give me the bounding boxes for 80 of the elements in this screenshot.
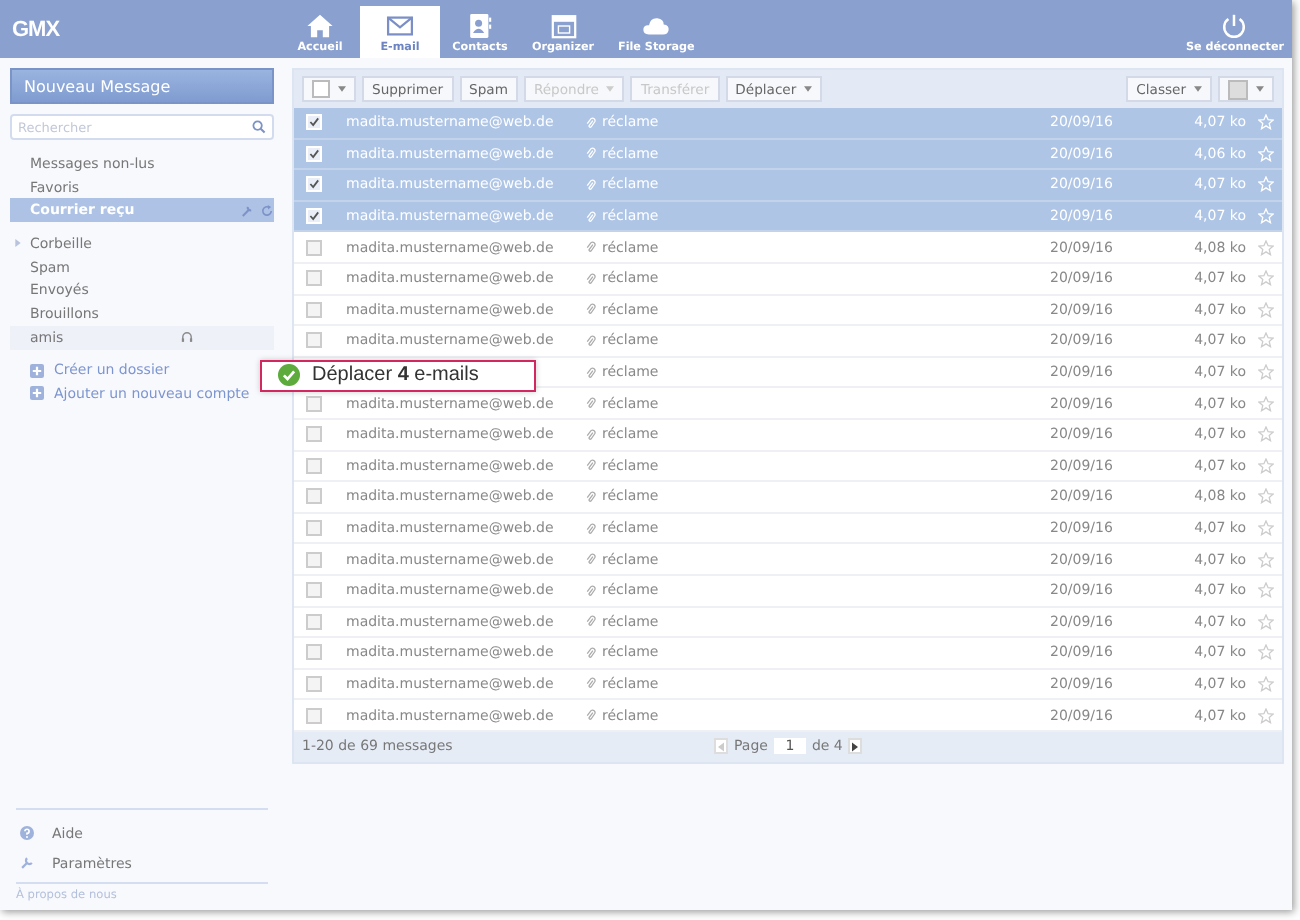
row-checkbox[interactable] xyxy=(306,301,322,318)
star-icon[interactable] xyxy=(1258,644,1274,661)
plus-icon xyxy=(30,386,44,401)
help-icon xyxy=(20,826,34,840)
view-dropdown[interactable] xyxy=(1218,76,1274,102)
star-icon[interactable] xyxy=(1258,395,1274,412)
paperclip-icon xyxy=(586,209,596,224)
row-checkbox[interactable] xyxy=(306,395,322,412)
paperclip-icon xyxy=(586,521,596,536)
caret-icon xyxy=(1256,86,1264,92)
star-icon[interactable] xyxy=(1258,488,1274,505)
star-icon[interactable] xyxy=(1258,457,1274,474)
star-icon[interactable] xyxy=(1258,270,1274,287)
new-message-button[interactable]: Nouveau Message xyxy=(10,68,274,104)
star-icon[interactable] xyxy=(1258,520,1274,537)
paperclip-icon xyxy=(586,427,596,442)
toast-text: Déplacer 4 e-mails xyxy=(312,364,479,386)
paperclip-icon xyxy=(586,333,596,348)
cloud-icon xyxy=(642,12,671,40)
check-icon xyxy=(278,364,300,386)
wrench-icon[interactable] xyxy=(240,203,254,218)
row-checkbox[interactable] xyxy=(306,675,322,692)
calendar-icon xyxy=(549,12,577,40)
power-icon xyxy=(1220,12,1249,40)
row-checkbox[interactable] xyxy=(306,457,322,474)
house-icon xyxy=(306,12,334,40)
layout-icon xyxy=(1228,79,1248,99)
envelope-icon xyxy=(386,12,414,40)
paperclip-icon xyxy=(586,614,596,629)
paperclip-icon xyxy=(586,271,596,286)
wrench-icon xyxy=(20,856,34,870)
paperclip-icon xyxy=(586,146,596,161)
caret-icon xyxy=(1194,86,1202,92)
star-icon[interactable] xyxy=(1258,582,1274,599)
plus-icon xyxy=(30,363,44,378)
star-icon[interactable] xyxy=(1258,364,1274,381)
paperclip-icon xyxy=(586,676,596,691)
row-checkbox[interactable] xyxy=(306,270,322,287)
row-checkbox[interactable] xyxy=(306,551,322,568)
row-checkbox[interactable] xyxy=(306,520,322,537)
next-page-button[interactable] xyxy=(848,738,863,755)
previous-page-button[interactable] xyxy=(714,738,728,755)
row-checkbox[interactable] xyxy=(306,644,322,661)
star-icon[interactable] xyxy=(1258,551,1274,568)
paperclip-icon xyxy=(586,708,596,723)
star-icon[interactable] xyxy=(1258,613,1274,630)
checkbox-icon xyxy=(312,80,330,98)
star-icon[interactable] xyxy=(1258,426,1274,443)
row-checkbox[interactable] xyxy=(306,488,322,505)
caret-icon xyxy=(804,86,813,92)
caret-icon xyxy=(606,86,615,92)
row-checkbox[interactable] xyxy=(306,426,322,443)
caret-icon[interactable] xyxy=(14,238,22,249)
star-icon[interactable] xyxy=(1258,675,1274,692)
star-icon[interactable] xyxy=(1258,332,1274,349)
refresh-icon[interactable] xyxy=(260,203,274,218)
paperclip-icon xyxy=(586,240,596,255)
row-checkbox[interactable] xyxy=(306,613,322,630)
row-checkbox[interactable] xyxy=(306,332,322,349)
caret-icon xyxy=(338,86,346,92)
row-checkbox[interactable] xyxy=(306,582,322,599)
search-icon xyxy=(252,120,266,134)
logo: GMX xyxy=(12,17,62,41)
paperclip-icon xyxy=(586,396,596,411)
paperclip-icon xyxy=(586,365,596,380)
paperclip-icon xyxy=(586,115,596,130)
row-checkbox[interactable] xyxy=(306,239,322,256)
paperclip-icon xyxy=(586,645,596,660)
select-dropdown[interactable] xyxy=(302,76,356,102)
address-book-icon xyxy=(466,12,494,40)
paperclip-icon xyxy=(586,489,596,504)
paperclip-icon xyxy=(586,302,596,317)
paperclip-icon xyxy=(586,177,596,192)
paperclip-icon xyxy=(586,458,596,473)
star-icon[interactable] xyxy=(1258,707,1274,724)
paperclip-icon xyxy=(586,583,596,598)
star-icon[interactable] xyxy=(1258,301,1274,318)
paperclip-icon xyxy=(586,552,596,567)
star-icon[interactable] xyxy=(1258,239,1274,256)
row-checkbox[interactable] xyxy=(306,707,322,724)
